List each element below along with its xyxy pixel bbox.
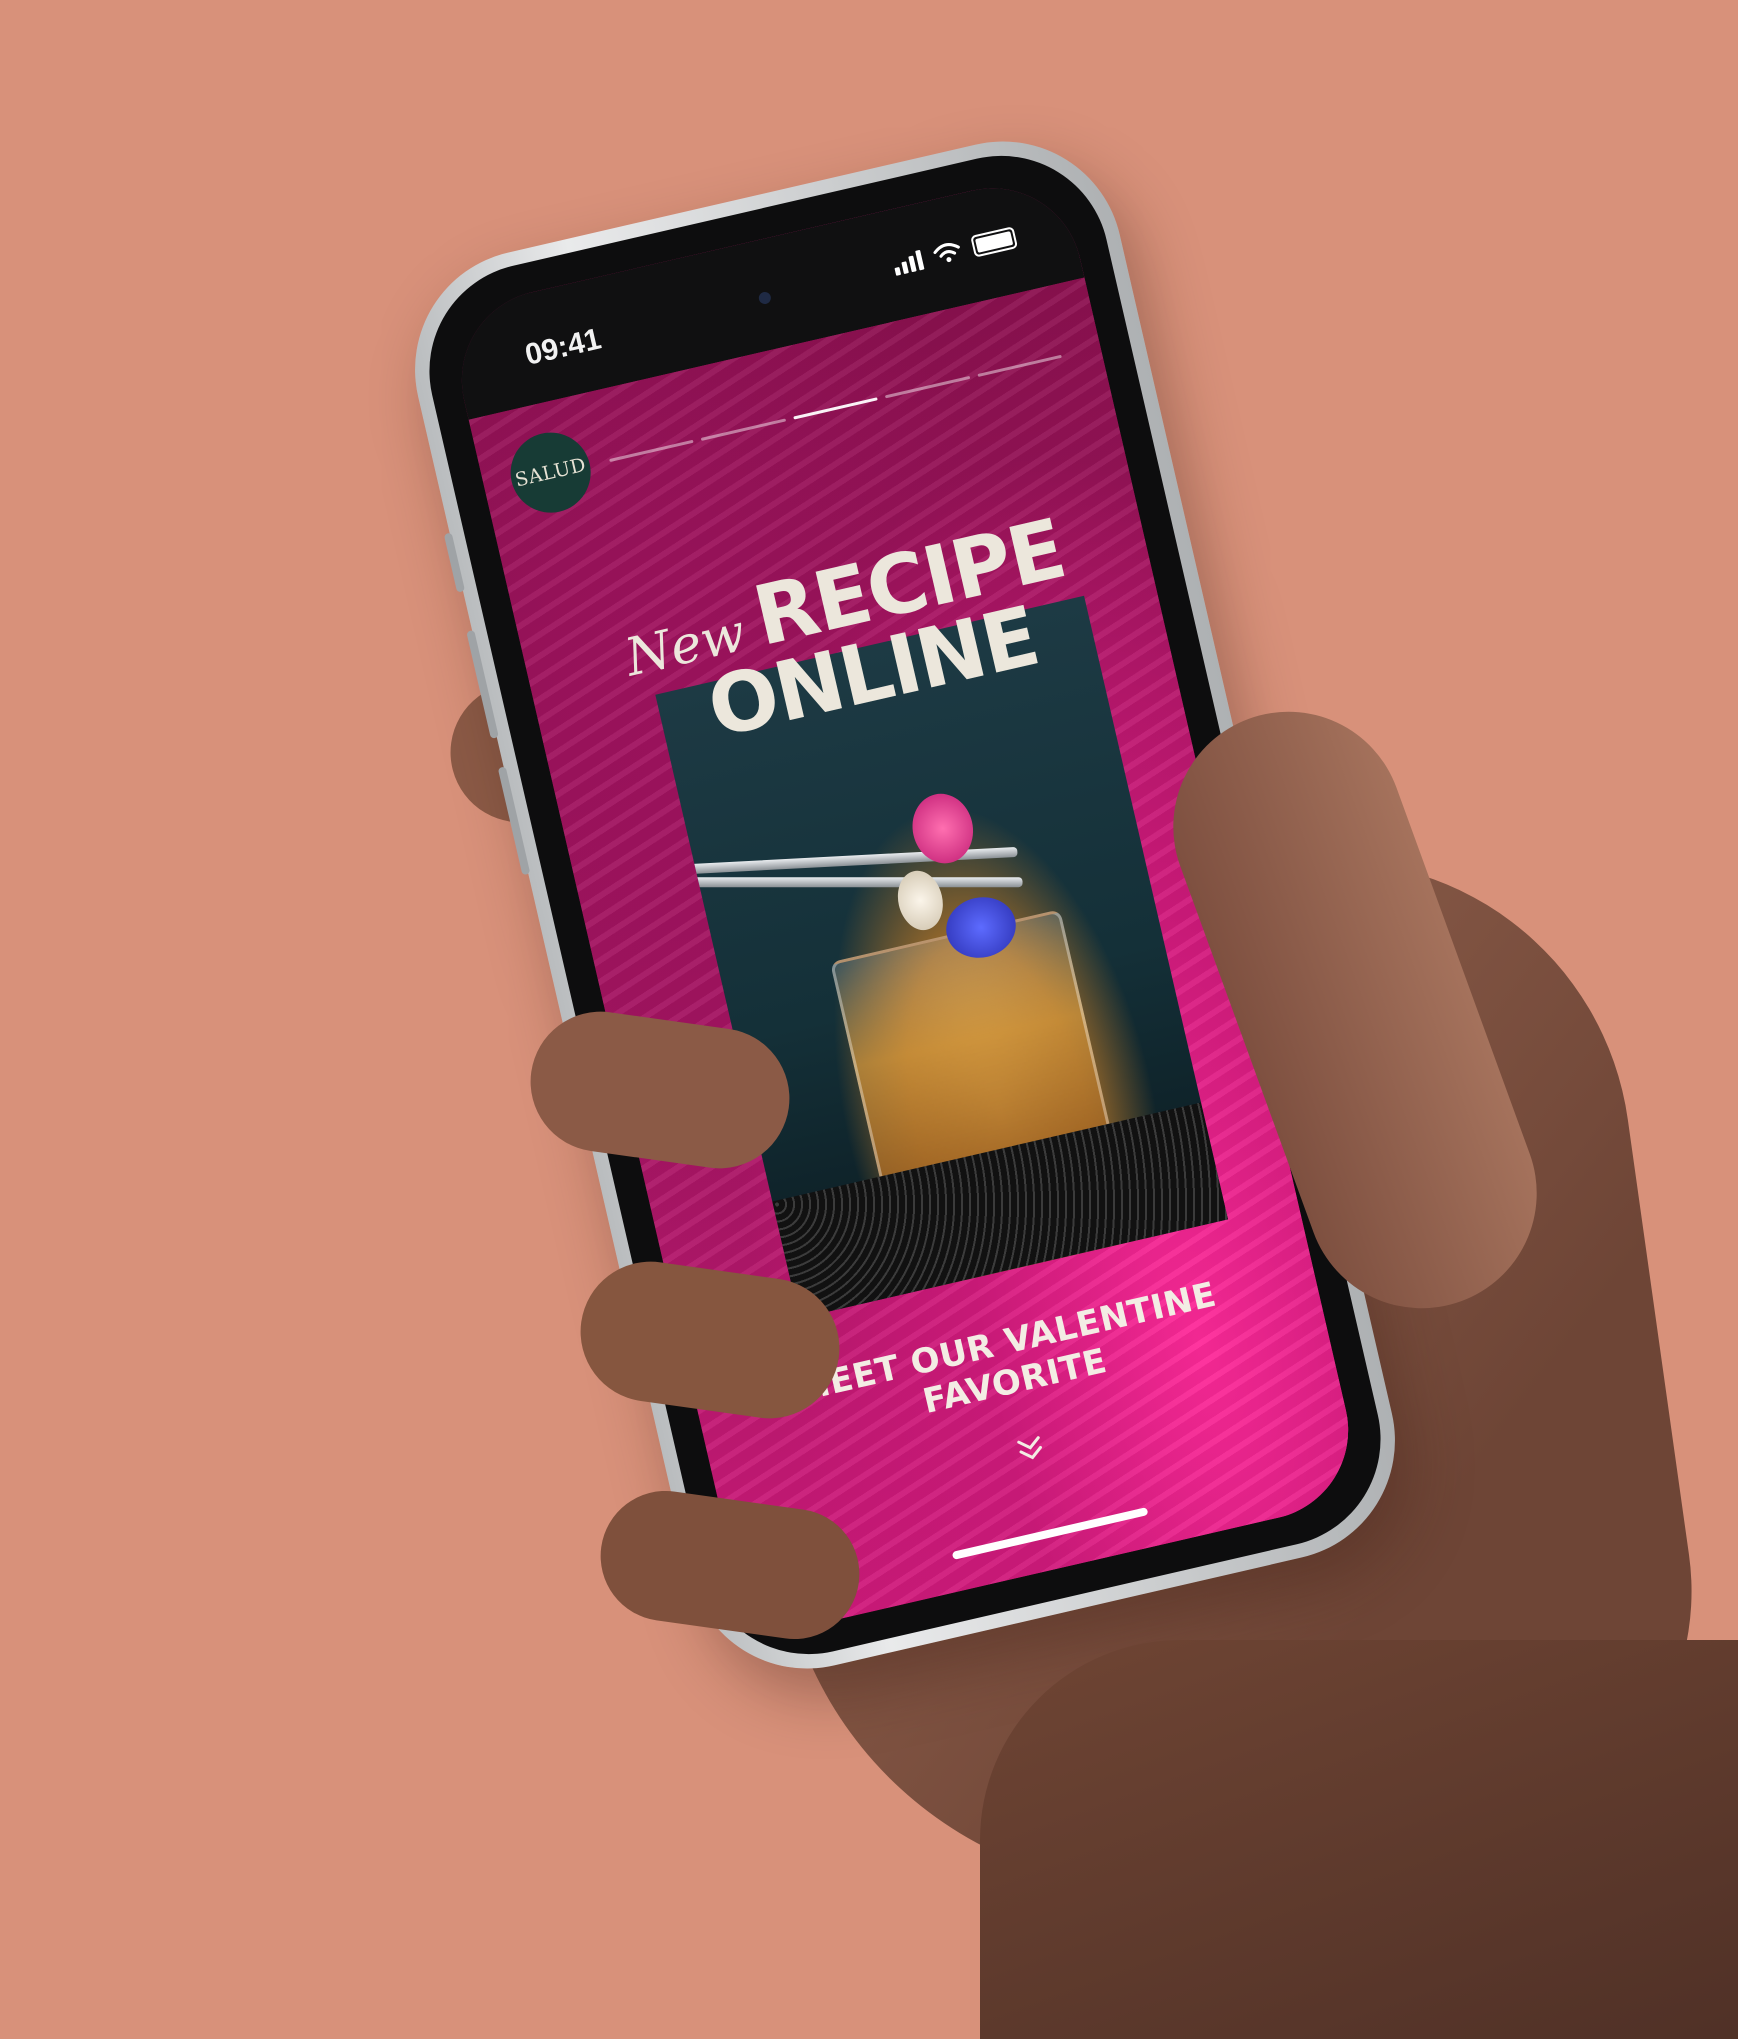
phone-mute-switch [443,532,466,593]
battery-icon [970,226,1019,258]
hand-wrist [980,1640,1738,2039]
wifi-icon [933,243,960,263]
brand-logo-text: SALUD [513,453,589,492]
signal-icon [891,248,925,276]
tweezers-image [682,877,1023,888]
front-camera [757,290,773,306]
status-icons [891,226,1019,276]
mockup-stage: 09:41 SALUD New RECIPE ONLINE MEET OUR V… [0,0,1738,2039]
status-time: 09:41 [522,322,605,372]
